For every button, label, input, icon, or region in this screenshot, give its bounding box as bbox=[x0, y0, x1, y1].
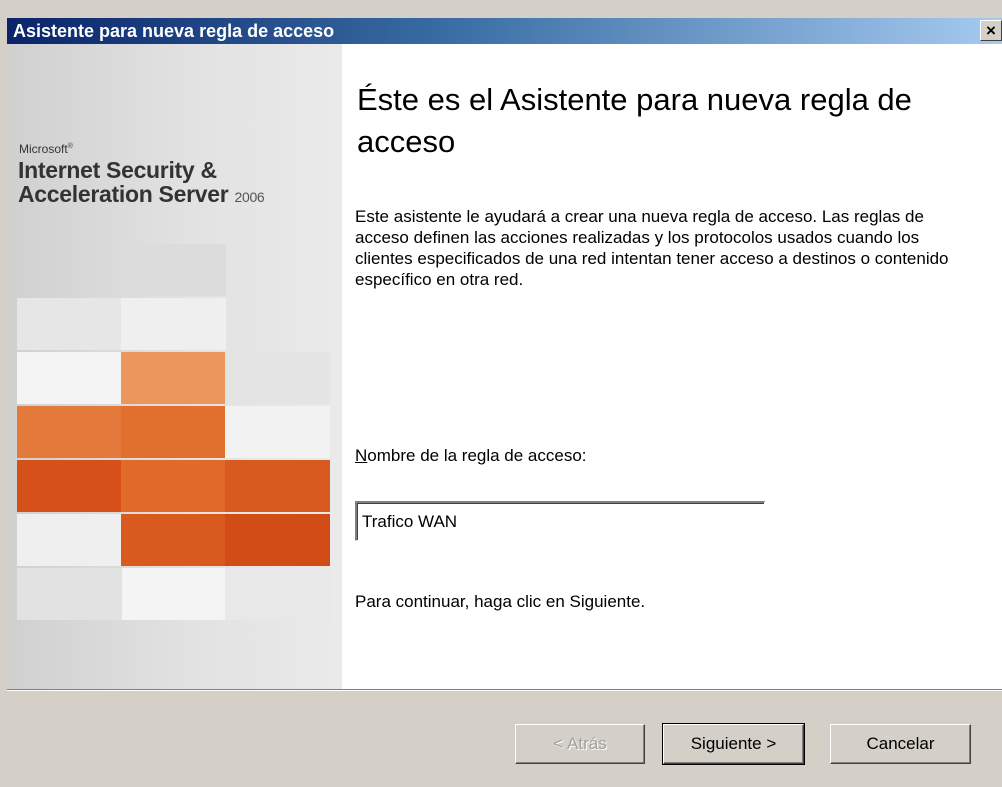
tile bbox=[121, 460, 226, 512]
tile bbox=[17, 406, 122, 458]
window-title: Asistente para nueva regla de acceso bbox=[13, 21, 335, 41]
title-bar[interactable]: Asistente para nueva regla de acceso × bbox=[7, 18, 1002, 44]
wizard-window: Asistente para nueva regla de acceso × M… bbox=[0, 0, 1002, 787]
wizard-description: Este asistente le ayudará a crear una nu… bbox=[355, 207, 949, 289]
tile bbox=[17, 568, 122, 620]
next-button[interactable]: Siguiente > bbox=[662, 723, 805, 765]
brand-product-line1: Internet Security & bbox=[18, 157, 217, 183]
tile bbox=[17, 298, 122, 350]
back-button[interactable]: < Atrás bbox=[515, 724, 645, 764]
tile bbox=[225, 460, 330, 512]
wizard-body: Éste es el Asistente para nueva regla de… bbox=[342, 44, 1002, 689]
close-button[interactable]: × bbox=[980, 20, 1002, 41]
tile bbox=[225, 406, 330, 458]
tile bbox=[121, 406, 226, 458]
footer-separator bbox=[7, 689, 1002, 691]
continue-hint: Para continuar, haga clic en Siguiente. bbox=[355, 592, 646, 611]
page-title: Éste es el Asistente para nueva regla de… bbox=[357, 82, 912, 159]
tile bbox=[17, 514, 122, 566]
tile bbox=[121, 352, 226, 404]
wizard-content: Microsoft® Internet Security & Accelerat… bbox=[7, 44, 1002, 689]
tile bbox=[225, 352, 330, 404]
tile bbox=[121, 568, 226, 620]
rule-name-input[interactable] bbox=[355, 501, 765, 541]
tile bbox=[121, 244, 226, 296]
tile bbox=[121, 298, 226, 350]
branding-panel: Microsoft® Internet Security & Accelerat… bbox=[7, 44, 342, 689]
tile bbox=[121, 514, 226, 566]
brand-company: Microsoft® bbox=[19, 142, 73, 156]
close-icon: × bbox=[986, 21, 996, 40]
tile bbox=[225, 514, 330, 566]
brand-product-line2: Acceleration Server 2006 bbox=[18, 181, 265, 207]
tile bbox=[17, 460, 122, 512]
cancel-button[interactable]: Cancelar bbox=[830, 724, 971, 764]
tile bbox=[225, 568, 330, 620]
rule-name-label: Nombre de la regla de acceso: bbox=[355, 446, 587, 465]
tile bbox=[17, 352, 122, 404]
